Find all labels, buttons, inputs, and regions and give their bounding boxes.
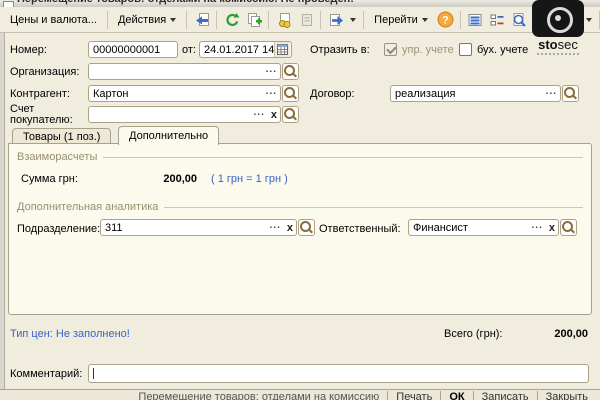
close-button[interactable]: Закрыть	[538, 390, 596, 400]
toolbar-separator	[268, 11, 269, 29]
post-and-close-icon[interactable]	[325, 10, 346, 30]
group-divider	[164, 207, 583, 208]
settlements-group-header: Взаиморасчеты	[17, 151, 583, 163]
comment-input[interactable]	[88, 364, 589, 383]
date-input[interactable]: 24.01.2017 14:35:43	[199, 41, 292, 58]
counterparty-open-button[interactable]	[282, 85, 299, 102]
sum-label: Сумма грн:	[21, 173, 78, 185]
department-open-button[interactable]	[298, 219, 315, 236]
magnifier-icon	[284, 108, 295, 119]
management-accounting-checkbox[interactable]	[384, 43, 397, 56]
invoice-label-line2: покупателю:	[10, 114, 73, 126]
counterparty-label: Контрагент:	[10, 88, 70, 100]
contract-input[interactable]: реализация ...	[390, 85, 561, 102]
magnifier-icon	[564, 87, 575, 98]
responsible-open-button[interactable]	[560, 219, 577, 236]
chevron-down-icon	[170, 18, 176, 22]
tab-additional[interactable]: Дополнительно	[118, 126, 219, 145]
choose-button[interactable]: ...	[545, 86, 560, 101]
toolbar-separator	[107, 11, 108, 29]
copy-icon[interactable]	[243, 10, 264, 30]
watermark-text-bold: sto	[538, 37, 558, 52]
check-icon	[386, 44, 397, 55]
footer-button-bar: Перемещение товаров: отделами на комисси…	[0, 389, 600, 400]
clear-icon[interactable]: x	[268, 109, 280, 121]
chevron-down-icon[interactable]	[350, 18, 356, 22]
watermark-logo: stosec	[530, 0, 586, 55]
total-value: 200,00	[520, 328, 588, 340]
post-document-icon[interactable]	[273, 10, 294, 30]
choose-button[interactable]: ...	[265, 64, 280, 79]
toolbar-separator	[320, 11, 321, 29]
organization-label: Организация:	[10, 66, 79, 78]
number-input[interactable]: 00000000001	[88, 41, 178, 58]
refresh-icon[interactable]	[221, 10, 242, 30]
goto-menu-button[interactable]: Перейти	[368, 11, 434, 29]
toolbar-separator	[460, 11, 461, 29]
choose-button[interactable]: ...	[531, 220, 546, 235]
toolbar-separator	[216, 11, 217, 29]
magnifier-icon	[284, 65, 295, 76]
choose-button[interactable]: ...	[269, 220, 284, 235]
contract-label: Договор:	[310, 88, 355, 100]
choose-button[interactable]: ...	[253, 107, 268, 122]
group-divider	[103, 157, 583, 158]
window-left-edge	[0, 33, 5, 400]
chevron-down-icon	[422, 18, 428, 22]
organization-open-button[interactable]	[282, 63, 299, 80]
save-button[interactable]: Записать	[474, 390, 537, 400]
cancel-posting-icon[interactable]	[295, 10, 316, 30]
help-icon[interactable]: ?	[435, 10, 456, 30]
responsible-label: Ответственный:	[319, 223, 401, 235]
number-label: Номер:	[10, 44, 47, 56]
additional-tab-panel: Взаиморасчеты Сумма грн: 200,00 ( 1 грн …	[8, 143, 592, 315]
clear-icon[interactable]: x	[284, 222, 296, 234]
toolbar-separator	[186, 11, 187, 29]
organization-input[interactable]: ...	[88, 63, 281, 80]
comment-label: Комментарий:	[10, 368, 82, 380]
prices-currency-button[interactable]: Цены и валюта...	[4, 11, 103, 29]
department-input[interactable]: 311 ... x	[100, 219, 297, 236]
sum-value: 200,00	[109, 173, 197, 185]
movements-icon[interactable]	[465, 10, 486, 30]
document-type-text: Перемещение товаров: отделами на комисси…	[130, 390, 387, 400]
chevron-down-icon[interactable]	[586, 18, 592, 22]
watermark-emblem	[532, 0, 584, 37]
svg-text:?: ?	[442, 15, 449, 27]
counterparty-input[interactable]: Картон ...	[88, 85, 281, 102]
responsible-input[interactable]: Финансист ... x	[408, 219, 559, 236]
text-cursor	[93, 368, 94, 379]
find-icon[interactable]	[509, 10, 530, 30]
actions-menu-button[interactable]: Действия	[112, 11, 182, 29]
watermark-text: sec	[558, 37, 578, 52]
book-accounting-label: бух. учете	[477, 44, 528, 56]
exchange-rate-note: ( 1 грн = 1 грн )	[211, 173, 288, 185]
toolbar: Цены и валюта... Действия Перейти ?	[0, 7, 600, 33]
structure-icon[interactable]	[487, 10, 508, 30]
contract-open-button[interactable]	[562, 85, 579, 102]
invoice-open-button[interactable]	[282, 106, 299, 123]
print-button[interactable]: Печать	[388, 390, 440, 400]
book-accounting-checkbox[interactable]	[459, 43, 472, 56]
management-accounting-label: упр. учете	[402, 44, 454, 56]
watermark-tagline	[537, 53, 579, 55]
calendar-icon[interactable]	[274, 42, 290, 57]
clear-icon[interactable]: x	[546, 222, 558, 234]
date-label: от:	[182, 44, 196, 56]
analytics-group-header: Дополнительная аналитика	[17, 201, 583, 213]
magnifier-icon	[284, 87, 295, 98]
price-type-note: Тип цен: Не заполнено!	[10, 328, 130, 340]
magnifier-icon	[300, 221, 311, 232]
toolbar-separator	[363, 11, 364, 29]
reread-icon[interactable]	[191, 10, 212, 30]
choose-button[interactable]: ...	[265, 86, 280, 101]
reflect-in-label: Отразить в:	[310, 44, 370, 56]
ok-button[interactable]: ОК	[441, 390, 472, 400]
total-label: Всего (грн):	[444, 328, 503, 340]
department-label: Подразделение:	[17, 223, 100, 235]
invoice-input[interactable]: ... x	[88, 106, 281, 123]
window-title: Перемещение товаров: отделами на комисси…	[17, 0, 354, 5]
magnifier-icon	[562, 221, 573, 232]
